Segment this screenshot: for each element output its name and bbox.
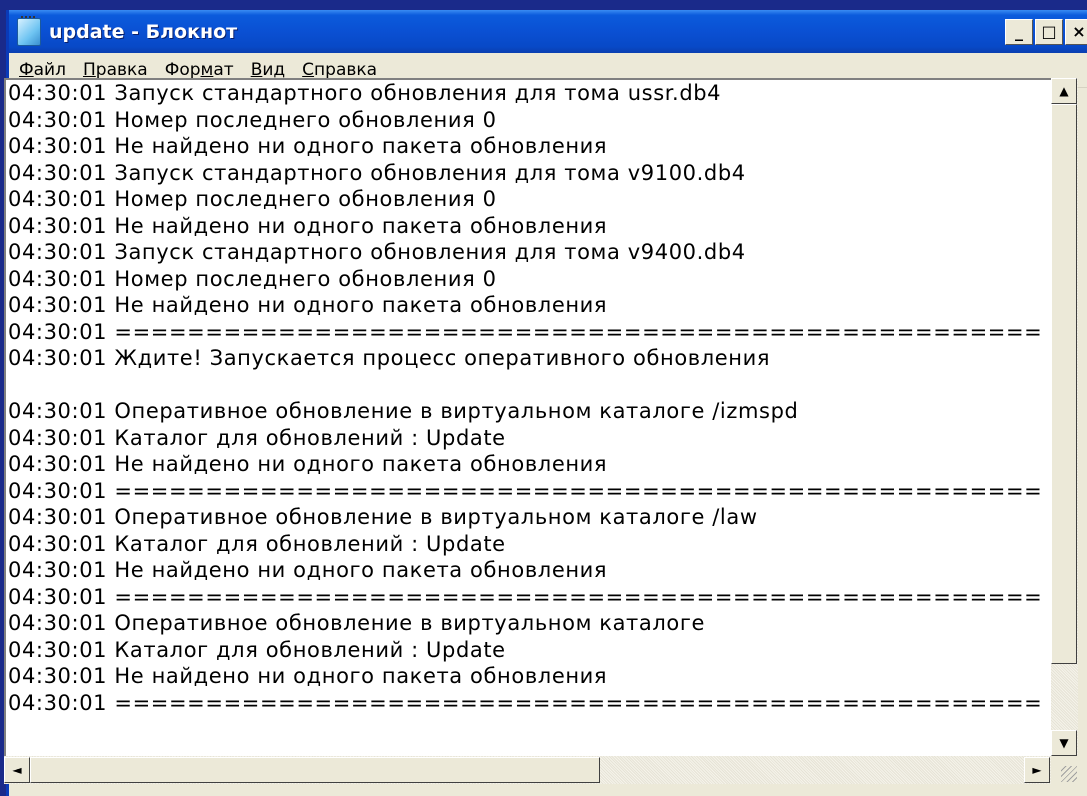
text-line[interactable]: 04:30:01 Каталог для обновлений : Update: [8, 425, 1051, 452]
text-line[interactable]: 04:30:01 Не найдено ни одного пакета обн…: [8, 213, 1051, 240]
maximize-button[interactable]: □: [1035, 19, 1063, 45]
text-line[interactable]: 04:30:01 Номер последнего обновления 0: [8, 186, 1051, 213]
menu-help[interactable]: Справка: [302, 60, 377, 80]
text-line[interactable]: 04:30:01 Запуск стандартного обновления …: [8, 160, 1051, 187]
title-bar[interactable]: update - Блокнот _ □ ×: [9, 10, 1087, 53]
text-line[interactable]: 04:30:01 Запуск стандартного обновления …: [8, 80, 1051, 107]
text-line[interactable]: 04:30:01 Оперативное обновление в виртуа…: [8, 398, 1051, 425]
resize-grip[interactable]: [1051, 756, 1081, 786]
menu-format[interactable]: Формат: [165, 60, 234, 80]
vertical-scrollbar[interactable]: ▲ ▼: [1051, 78, 1078, 756]
text-line[interactable]: 04:30:01 Запуск стандартного обновления …: [8, 239, 1051, 266]
scroll-left-button[interactable]: ◄: [4, 757, 30, 783]
window-title: update - Блокнот: [49, 20, 238, 43]
text-line[interactable]: 04:30:01 Номер последнего обновления 0: [8, 107, 1051, 134]
menu-edit[interactable]: Правка: [83, 60, 148, 80]
close-button[interactable]: ×: [1065, 19, 1087, 45]
scroll-down-button[interactable]: ▼: [1051, 730, 1077, 756]
vertical-scroll-thumb[interactable]: [1051, 104, 1077, 664]
menu-file[interactable]: Файл: [19, 60, 66, 80]
scroll-up-button[interactable]: ▲: [1051, 78, 1077, 104]
text-line[interactable]: 04:30:01 Каталог для обновлений : Update: [8, 637, 1051, 664]
text-content[interactable]: 04:30:01 Запуск стандартного обновления …: [8, 80, 1051, 756]
text-line[interactable]: 04:30:01 Не найдено ни одного пакета обн…: [8, 663, 1051, 690]
horizontal-scroll-thumb[interactable]: [30, 757, 600, 783]
text-line[interactable]: [8, 372, 1051, 399]
text-line[interactable]: 04:30:01 Не найдено ни одного пакета обн…: [8, 451, 1051, 478]
desktop-background: [0, 0, 1087, 8]
text-line[interactable]: 04:30:01 Оперативное обновление в виртуа…: [8, 504, 1051, 531]
text-line[interactable]: 04:30:01 ===============================…: [8, 478, 1051, 505]
text-line[interactable]: 04:30:01 Не найдено ни одного пакета обн…: [8, 133, 1051, 160]
text-line[interactable]: 04:30:01 Номер последнего обновления 0: [8, 266, 1051, 293]
text-editor[interactable]: 04:30:01 Запуск стандартного обновления …: [4, 78, 1051, 756]
text-line[interactable]: 04:30:01 Оперативное обновление в виртуа…: [8, 610, 1051, 637]
text-line[interactable]: 04:30:01 Не найдено ни одного пакета обн…: [8, 557, 1051, 584]
text-line[interactable]: 04:30:01 Не найдено ни одного пакета обн…: [8, 292, 1051, 319]
text-line[interactable]: 04:30:01 ===============================…: [8, 584, 1051, 611]
menu-view[interactable]: Вид: [251, 60, 285, 80]
text-line[interactable]: 04:30:01 ===============================…: [8, 319, 1051, 346]
scroll-right-button[interactable]: ►: [1024, 757, 1050, 783]
horizontal-scrollbar[interactable]: ◄ ►: [4, 756, 1051, 784]
text-line[interactable]: 04:30:01 ===============================…: [8, 690, 1051, 717]
window-controls: _ □ ×: [1005, 19, 1087, 45]
notepad-icon[interactable]: [17, 15, 41, 46]
text-line[interactable]: 04:30:01 Ждите! Запускается процесс опер…: [8, 345, 1051, 372]
minimize-button[interactable]: _: [1005, 19, 1033, 45]
text-line[interactable]: 04:30:01 Каталог для обновлений : Update: [8, 531, 1051, 558]
